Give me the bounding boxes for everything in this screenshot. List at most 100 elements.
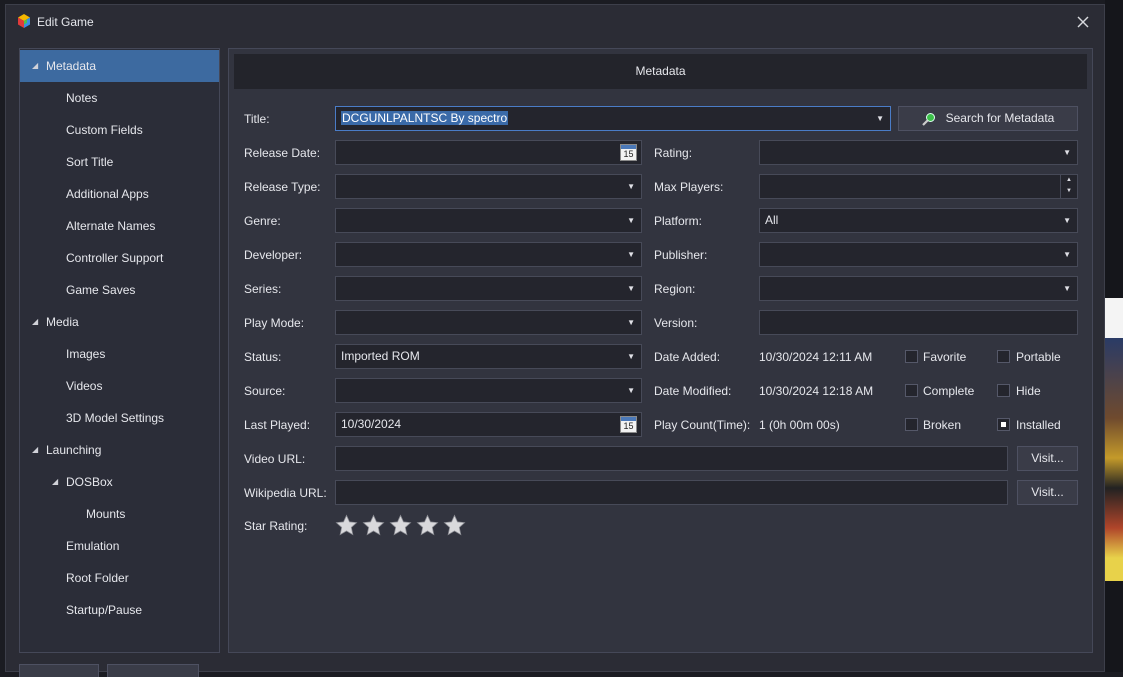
star-icon[interactable] [416, 514, 439, 537]
close-icon [1077, 16, 1089, 28]
max-players-stepper[interactable]: ▲ ▼ [759, 174, 1078, 199]
hide-checkbox[interactable] [997, 384, 1010, 397]
installed-checkbox[interactable] [997, 418, 1010, 431]
sidebar-item-alternate-names[interactable]: Alternate Names [20, 210, 219, 242]
title-combobox[interactable]: DCGUNLPALNTSC By spectro ▼ [335, 106, 891, 131]
footer-button[interactable] [107, 664, 199, 677]
sidebar-item-sort-title[interactable]: Sort Title [20, 146, 219, 178]
wikipedia-url-label: Wikipedia URL: [244, 486, 327, 500]
status-combobox[interactable]: Imported ROM ▼ [335, 344, 642, 369]
rating-combobox[interactable]: ▼ [759, 140, 1078, 165]
star-icon[interactable] [443, 514, 466, 537]
spin-down-icon[interactable]: ▼ [1061, 186, 1077, 197]
sidebar-item-dosbox[interactable]: ◢ DOSBox [20, 466, 219, 498]
dropdown-arrow-icon[interactable]: ▼ [1063, 209, 1071, 232]
installed-label: Installed [1016, 418, 1061, 432]
source-label: Source: [244, 384, 286, 398]
sidebar-item-label: Images [66, 347, 106, 361]
title-bar: Edit Game [6, 5, 1104, 39]
last-played-field[interactable]: 10/30/2024 15 [335, 412, 642, 437]
favorite-checkbox[interactable] [905, 350, 918, 363]
region-combobox[interactable]: ▼ [759, 276, 1078, 301]
sidebar-item-launching[interactable]: ◢ Launching [20, 434, 219, 466]
dropdown-arrow-icon[interactable]: ▼ [627, 345, 635, 368]
status-value: Imported ROM [341, 349, 420, 363]
star-rating[interactable] [335, 514, 475, 538]
sidebar-item-mounts[interactable]: Mounts [20, 498, 219, 530]
wikipedia-url-input[interactable] [335, 480, 1008, 505]
sidebar-item-emulation[interactable]: Emulation [20, 530, 219, 562]
portable-checkbox[interactable] [997, 350, 1010, 363]
play-mode-combobox[interactable]: ▼ [335, 310, 642, 335]
version-input[interactable] [759, 310, 1078, 335]
complete-checkbox[interactable] [905, 384, 918, 397]
developer-label: Developer: [244, 248, 303, 262]
genre-combobox[interactable]: ▼ [335, 208, 642, 233]
dropdown-arrow-icon[interactable]: ▼ [627, 379, 635, 402]
expand-caret-icon[interactable]: ◢ [32, 434, 38, 466]
expand-caret-icon[interactable]: ◢ [32, 306, 38, 338]
dropdown-arrow-icon[interactable]: ▼ [627, 243, 635, 266]
dropdown-arrow-icon[interactable]: ▼ [627, 311, 635, 334]
dropdown-arrow-icon[interactable]: ▼ [1063, 141, 1071, 164]
source-combobox[interactable]: ▼ [335, 378, 642, 403]
visit-wikipedia-button[interactable]: Visit... [1017, 480, 1078, 505]
calendar-icon[interactable]: 15 [620, 416, 637, 433]
sidebar-item-videos[interactable]: Videos [20, 370, 219, 402]
play-mode-label: Play Mode: [244, 316, 305, 330]
play-count-label: Play Count(Time): [654, 418, 751, 432]
series-combobox[interactable]: ▼ [335, 276, 642, 301]
portable-label: Portable [1016, 350, 1061, 364]
publisher-combobox[interactable]: ▼ [759, 242, 1078, 267]
dropdown-arrow-icon[interactable]: ▼ [627, 175, 635, 198]
visit-video-button[interactable]: Visit... [1017, 446, 1078, 471]
sidebar-item-metadata[interactable]: ◢ Metadata [20, 50, 219, 82]
sidebar-item-additional-apps[interactable]: Additional Apps [20, 178, 219, 210]
window-title: Edit Game [37, 15, 94, 29]
dropdown-arrow-icon[interactable]: ▼ [627, 209, 635, 232]
sidebar-item-label: Startup/Pause [66, 603, 143, 617]
dropdown-arrow-icon[interactable]: ▼ [1063, 277, 1071, 300]
region-label: Region: [654, 282, 696, 296]
search-icon [921, 112, 935, 126]
video-url-input[interactable] [335, 446, 1008, 471]
expand-caret-icon[interactable]: ◢ [32, 50, 38, 82]
platform-value: All [765, 213, 779, 227]
sidebar-item-3d-model-settings[interactable]: 3D Model Settings [20, 402, 219, 434]
calendar-icon[interactable]: 15 [620, 144, 637, 161]
date-modified-value: 10/30/2024 12:18 AM [759, 384, 874, 398]
sidebar-item-label: 3D Model Settings [66, 411, 165, 425]
sidebar-item-label: Launching [46, 443, 102, 457]
sidebar-item-controller-support[interactable]: Controller Support [20, 242, 219, 274]
close-button[interactable] [1072, 11, 1094, 33]
dropdown-arrow-icon[interactable]: ▼ [627, 277, 635, 300]
sidebar-item-startup-pause[interactable]: Startup/Pause [20, 594, 219, 626]
platform-combobox[interactable]: All ▼ [759, 208, 1078, 233]
dropdown-arrow-icon[interactable]: ▼ [1063, 243, 1071, 266]
last-played-value: 10/30/2024 [341, 417, 402, 431]
footer-button[interactable] [19, 664, 99, 677]
star-icon[interactable] [335, 514, 358, 537]
version-label: Version: [654, 316, 698, 330]
release-type-combobox[interactable]: ▼ [335, 174, 642, 199]
sidebar-item-custom-fields[interactable]: Custom Fields [20, 114, 219, 146]
sidebar-item-root-folder[interactable]: Root Folder [20, 562, 219, 594]
broken-checkbox[interactable] [905, 418, 918, 431]
sidebar-item-media[interactable]: ◢ Media [20, 306, 219, 338]
release-type-label: Release Type: [244, 180, 321, 194]
developer-combobox[interactable]: ▼ [335, 242, 642, 267]
star-icon[interactable] [362, 514, 385, 537]
sidebar-item-images[interactable]: Images [20, 338, 219, 370]
star-icon[interactable] [389, 514, 412, 537]
edit-game-dialog: Edit Game ◢ Metadata Notes Custom Fields… [5, 4, 1105, 677]
video-url-label: Video URL: [244, 452, 306, 466]
sidebar-item-game-saves[interactable]: Game Saves [20, 274, 219, 306]
sidebar-item-label: Additional Apps [66, 187, 149, 201]
spin-up-icon[interactable]: ▲ [1061, 175, 1077, 186]
dropdown-arrow-icon[interactable]: ▼ [876, 107, 884, 130]
search-for-metadata-button[interactable]: Search for Metadata [898, 106, 1078, 131]
sidebar-item-notes[interactable]: Notes [20, 82, 219, 114]
expand-caret-icon[interactable]: ◢ [52, 466, 58, 498]
release-date-field[interactable]: 15 [335, 140, 642, 165]
spinner[interactable]: ▲ ▼ [1060, 175, 1077, 198]
